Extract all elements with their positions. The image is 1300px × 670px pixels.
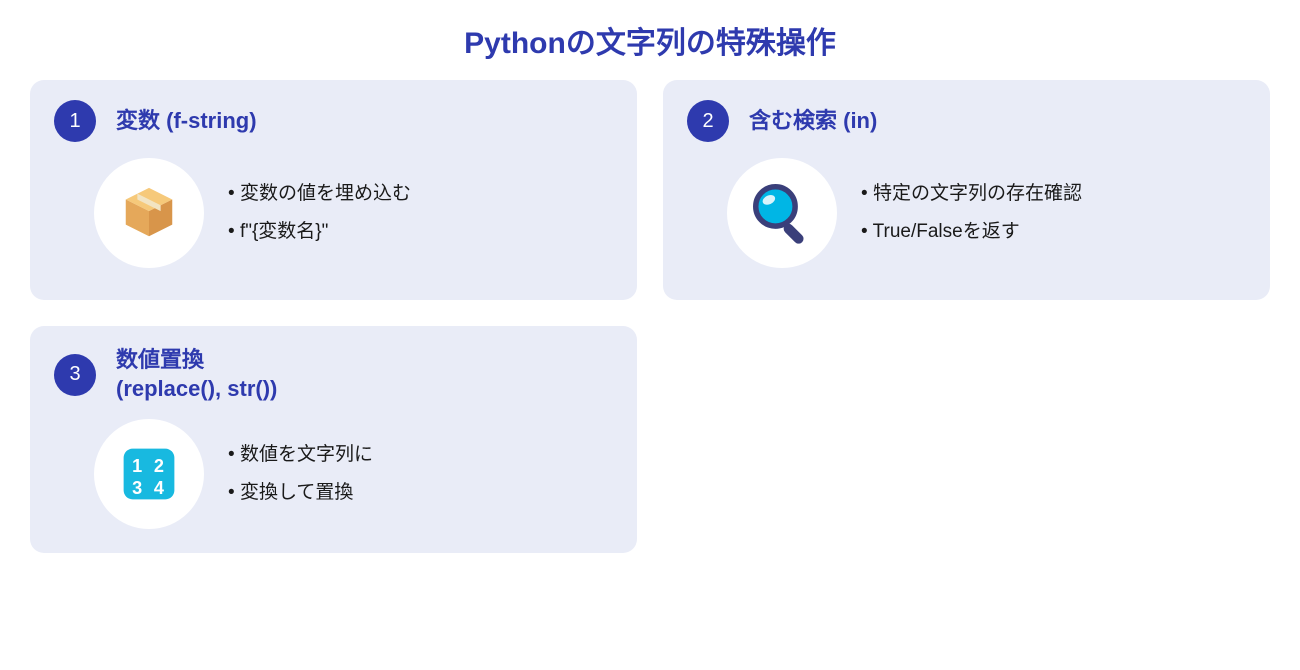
card-body: 1 2 3 4 数値を文字列に 変換して置換 — [54, 419, 613, 529]
card-header: 2 含む検索 (in) — [687, 100, 1246, 142]
card-in-search: 2 含む検索 (in) 特定の文字列の存在確認 True/Falseを返す — [663, 80, 1270, 300]
card-bullets: 数値を文字列に 変換して置換 — [228, 436, 373, 512]
card-bullets: 変数の値を埋め込む f"{変数名}" — [228, 175, 411, 251]
card-title: 含む検索 (in) — [749, 107, 877, 136]
card-header: 3 数値置換 (replace(), str()) — [54, 346, 613, 403]
bullet-item: 特定の文字列の存在確認 — [861, 175, 1082, 213]
bullet-item: True/Falseを返す — [861, 213, 1082, 251]
card-number-badge: 3 — [54, 354, 96, 396]
card-bullets: 特定の文字列の存在確認 True/Falseを返す — [861, 175, 1082, 251]
card-grid: 1 変数 (f-string) 変数の値を埋め込む f"{変数名}" 2 含む検… — [20, 80, 1280, 553]
bullet-item: f"{変数名}" — [228, 213, 411, 251]
card-replace: 3 数値置換 (replace(), str()) 1 2 3 4 数値を文字列… — [30, 326, 637, 553]
svg-text:3: 3 — [132, 478, 142, 498]
magnifier-icon — [727, 158, 837, 268]
card-number-badge: 2 — [687, 100, 729, 142]
bullet-item: 変換して置換 — [228, 474, 373, 512]
svg-text:1: 1 — [132, 456, 142, 476]
card-body: 特定の文字列の存在確認 True/Falseを返す — [687, 158, 1246, 268]
bullet-item: 変数の値を埋め込む — [228, 175, 411, 213]
card-body: 変数の値を埋め込む f"{変数名}" — [54, 158, 613, 268]
card-number-badge: 1 — [54, 100, 96, 142]
card-fstring: 1 変数 (f-string) 変数の値を埋め込む f"{変数名}" — [30, 80, 637, 300]
svg-text:2: 2 — [154, 456, 164, 476]
card-header: 1 変数 (f-string) — [54, 100, 613, 142]
card-title: 数値置換 (replace(), str()) — [116, 346, 277, 403]
numbers-icon: 1 2 3 4 — [94, 419, 204, 529]
card-title: 変数 (f-string) — [116, 107, 257, 136]
page-title: Pythonの文字列の特殊操作 — [20, 18, 1280, 62]
box-icon — [94, 158, 204, 268]
svg-text:4: 4 — [154, 478, 164, 498]
bullet-item: 数値を文字列に — [228, 436, 373, 474]
